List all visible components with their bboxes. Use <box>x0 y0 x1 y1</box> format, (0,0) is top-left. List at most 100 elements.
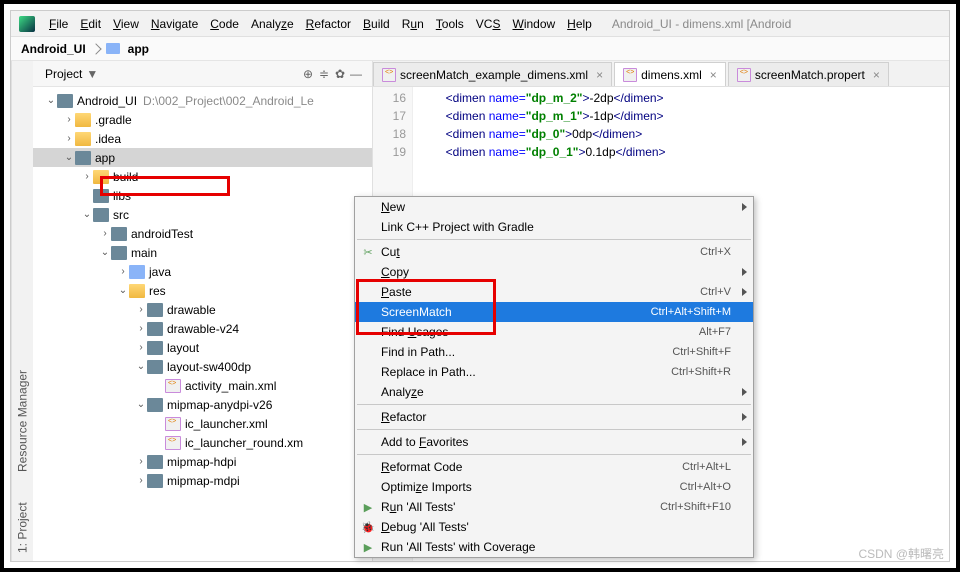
menu-view[interactable]: View <box>109 15 143 33</box>
menu-item[interactable]: New <box>355 197 753 217</box>
tree-arrow-icon[interactable]: › <box>135 342 147 353</box>
tree-row[interactable]: ic_launcher_round.xm <box>33 433 372 452</box>
tree-row[interactable]: ⌄src <box>33 205 372 224</box>
menu-item[interactable]: ScreenMatchCtrl+Alt+Shift+M <box>355 302 753 322</box>
menu-item[interactable]: Replace in Path...Ctrl+Shift+R <box>355 362 753 382</box>
menu-item[interactable]: ▶Run 'All Tests' with Coverage <box>355 537 753 557</box>
tree-arrow-icon[interactable]: › <box>81 171 93 182</box>
tree-label: layout-sw400dp <box>167 360 251 374</box>
menu-file[interactable]: File <box>45 15 72 33</box>
breadcrumb-child[interactable]: app <box>128 42 149 56</box>
breadcrumb-root[interactable]: Android_UI <box>21 42 86 56</box>
menu-vcs[interactable]: VCS <box>472 15 505 33</box>
close-icon[interactable]: × <box>596 68 603 82</box>
tree-arrow-icon[interactable]: ⌄ <box>117 285 129 296</box>
tree-row[interactable]: ›.idea <box>33 129 372 148</box>
tree-row[interactable]: ›androidTest <box>33 224 372 243</box>
left-tool-strip[interactable]: 1: Project Resource Manager <box>11 61 33 561</box>
tree-row[interactable]: libs <box>33 186 372 205</box>
menu-item-icon: ▶ <box>361 540 375 554</box>
submenu-arrow-icon <box>742 438 747 446</box>
tree-row[interactable]: ›.gradle <box>33 110 372 129</box>
menu-item[interactable]: Add to Favorites <box>355 432 753 452</box>
breadcrumb: Android_UI app <box>11 37 949 61</box>
menu-navigate[interactable]: Navigate <box>147 15 202 33</box>
expand-icon[interactable]: ≑ <box>316 66 332 82</box>
tree-arrow-icon[interactable]: ⌄ <box>99 247 111 258</box>
editor-tab[interactable]: dimens.xml× <box>614 62 726 86</box>
tree-row[interactable]: ›mipmap-hdpi <box>33 452 372 471</box>
menu-shortcut: Ctrl+Shift+F10 <box>660 501 731 513</box>
editor-tab[interactable]: screenMatch_example_dimens.xml× <box>373 62 612 86</box>
folder-dark-icon <box>147 455 163 469</box>
tree-row[interactable]: ic_launcher.xml <box>33 414 372 433</box>
folder-dark-icon <box>57 94 73 108</box>
menu-refactor[interactable]: Refactor <box>302 15 355 33</box>
tree-label: drawable <box>167 303 216 317</box>
menu-item[interactable]: ▶Run 'All Tests'Ctrl+Shift+F10 <box>355 497 753 517</box>
tree-row[interactable]: ⌄ res <box>33 281 372 300</box>
tree-row[interactable]: › drawable <box>33 300 372 319</box>
context-menu[interactable]: NewLink C++ Project with Gradle ✂CutCtrl+… <box>354 196 754 558</box>
menu-item[interactable]: Refactor <box>355 407 753 427</box>
tree-arrow-icon[interactable]: ⌄ <box>45 95 57 106</box>
menu-item[interactable]: Optimize ImportsCtrl+Alt+O <box>355 477 753 497</box>
sidebar-tab-resource-manager[interactable]: Resource Manager <box>16 370 30 472</box>
menu-item[interactable]: 🐞Debug 'All Tests' <box>355 517 753 537</box>
tree-row[interactable]: ›build <box>33 167 372 186</box>
menu-item[interactable]: PasteCtrl+V <box>355 282 753 302</box>
menu-edit[interactable]: Edit <box>76 15 105 33</box>
menu-item[interactable]: Copy <box>355 262 753 282</box>
tree-row[interactable]: ⌄app <box>33 148 372 167</box>
tree-row[interactable]: ⌄mipmap-anydpi-v26 <box>33 395 372 414</box>
close-icon[interactable]: × <box>873 68 880 82</box>
tree-arrow-icon[interactable]: › <box>99 228 111 239</box>
menu-help[interactable]: Help <box>563 15 596 33</box>
locate-icon[interactable]: ⊕ <box>300 66 316 82</box>
menu-code[interactable]: Code <box>206 15 243 33</box>
tree-arrow-icon[interactable]: › <box>63 133 75 144</box>
sidebar-tab-project[interactable]: 1: Project <box>16 502 30 553</box>
tree-arrow-icon[interactable]: › <box>135 304 147 315</box>
menu-item[interactable]: ✂CutCtrl+X <box>355 242 753 262</box>
tree-row[interactable]: ⌄Android_UID:\002_Project\002_Android_Le <box>33 91 372 110</box>
menu-item[interactable]: Reformat CodeCtrl+Alt+L <box>355 457 753 477</box>
menu-item[interactable]: Analyze <box>355 382 753 402</box>
tree-arrow-icon[interactable]: ⌄ <box>135 361 147 372</box>
menu-tools[interactable]: Tools <box>432 15 468 33</box>
tree-arrow-icon[interactable]: › <box>135 323 147 334</box>
hide-icon[interactable]: — <box>348 66 364 82</box>
menu-window[interactable]: Window <box>508 15 559 33</box>
menu-item[interactable]: Link C++ Project with Gradle <box>355 217 753 237</box>
tree-arrow-icon[interactable]: › <box>135 456 147 467</box>
menu-item[interactable]: Find UsagesAlt+F7 <box>355 322 753 342</box>
menu-run[interactable]: Run <box>398 15 428 33</box>
gear-icon[interactable]: ✿ <box>332 66 348 82</box>
tree-arrow-icon[interactable]: ⌄ <box>135 399 147 410</box>
tree-arrow-icon[interactable]: ⌄ <box>63 152 75 163</box>
tree-row[interactable]: ›drawable-v24 <box>33 319 372 338</box>
tree-row[interactable]: ›java <box>33 262 372 281</box>
tree-arrow-icon[interactable]: › <box>63 114 75 125</box>
editor-tab[interactable]: screenMatch.propert× <box>728 62 889 86</box>
tree-row[interactable]: ›mipmap-mdpi <box>33 471 372 490</box>
tree-label: res <box>149 284 166 298</box>
tree-arrow-icon[interactable]: ⌄ <box>81 209 93 220</box>
folder-dark-icon <box>147 341 163 355</box>
tree-label: activity_main.xml <box>185 379 276 393</box>
close-icon[interactable]: × <box>710 68 717 82</box>
project-view-label[interactable]: Project <box>45 67 82 81</box>
tree-arrow-icon[interactable]: › <box>117 266 129 277</box>
tree-label: layout <box>167 341 199 355</box>
menu-item[interactable]: Find in Path...Ctrl+Shift+F <box>355 342 753 362</box>
submenu-arrow-icon <box>742 413 747 421</box>
tree-row[interactable]: ⌄main <box>33 243 372 262</box>
menu-analyze[interactable]: Analyze <box>247 15 298 33</box>
tree-arrow-icon[interactable]: › <box>135 475 147 486</box>
tree-row[interactable]: ⌄ layout-sw400dp <box>33 357 372 376</box>
tree-row[interactable]: › layout <box>33 338 372 357</box>
tree-row[interactable]: activity_main.xml <box>33 376 372 395</box>
editor-tabs[interactable]: screenMatch_example_dimens.xml×dimens.xm… <box>373 61 949 87</box>
menu-build[interactable]: Build <box>359 15 394 33</box>
project-tree[interactable]: ⌄Android_UID:\002_Project\002_Android_Le… <box>33 87 372 561</box>
